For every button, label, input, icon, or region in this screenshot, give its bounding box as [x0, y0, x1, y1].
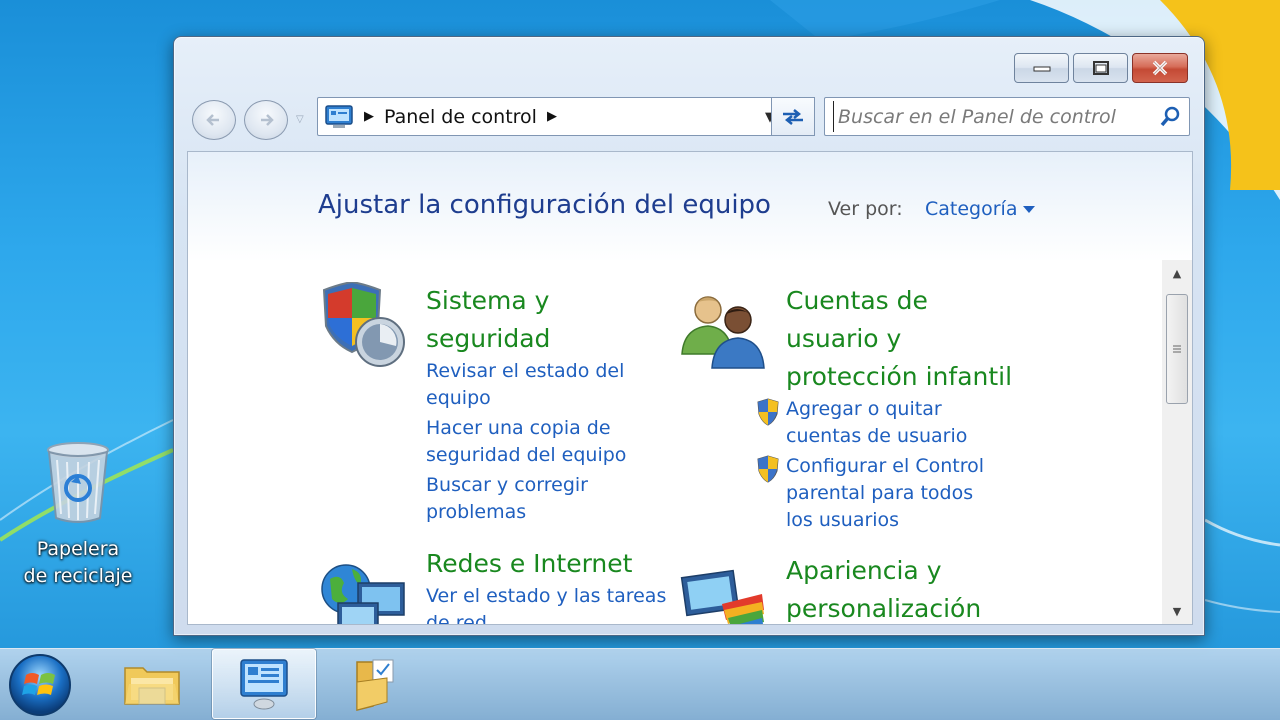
- category-title-line[interactable]: Cuentas de: [786, 282, 1012, 320]
- search-box[interactable]: [824, 97, 1190, 136]
- taskbar: [0, 648, 1280, 720]
- network-icon[interactable]: [318, 555, 410, 625]
- link-text[interactable]: seguridad del equipo: [426, 442, 626, 469]
- view-by-label: Ver por:: [828, 198, 903, 220]
- scroll-down-icon[interactable]: ▼: [1162, 598, 1192, 624]
- link-text[interactable]: equipo: [426, 385, 626, 412]
- recycle-bin-label: Papelera de reciclaje: [23, 538, 133, 587]
- back-button[interactable]: [192, 100, 236, 140]
- search-input[interactable]: [833, 101, 1153, 132]
- scroll-up-icon[interactable]: ▲: [1162, 260, 1192, 286]
- category-title-line[interactable]: protección infantil: [786, 358, 1012, 396]
- uac-shield-icon: [757, 398, 779, 426]
- refresh-icon: [783, 108, 803, 125]
- link-text[interactable]: Buscar y corregir: [426, 472, 626, 499]
- category-title-line[interactable]: Redes e Internet: [426, 545, 666, 583]
- vertical-scrollbar[interactable]: ▲ ▼: [1162, 260, 1192, 624]
- uac-shield-icon: [757, 455, 779, 483]
- maximize-icon: [1092, 61, 1109, 75]
- taskbar-explorer[interactable]: [100, 649, 204, 719]
- link-text[interactable]: Hacer una copia de: [426, 415, 626, 442]
- forward-button[interactable]: [244, 100, 288, 140]
- link-text[interactable]: Revisar el estado del: [426, 358, 626, 385]
- link-text[interactable]: Configurar el Control: [786, 453, 984, 480]
- forward-arrow-icon: [261, 114, 274, 126]
- recycle-bin-icon: [47, 442, 109, 523]
- caption-buttons: [1014, 53, 1188, 83]
- folder-icon: [124, 667, 180, 705]
- search-icon[interactable]: [1159, 106, 1181, 128]
- category-title[interactable]: Apariencia y personalización: [786, 552, 981, 624]
- link-text[interactable]: los usuarios: [786, 507, 984, 534]
- taskbar-documents-folder[interactable]: [322, 649, 426, 719]
- category-title-line[interactable]: Sistema y: [426, 282, 626, 320]
- category-title-line[interactable]: personalización: [786, 590, 981, 624]
- category-title-line[interactable]: seguridad: [426, 320, 626, 358]
- folder-tasks-icon: [356, 659, 394, 711]
- category-title-line[interactable]: Apariencia y: [786, 552, 981, 590]
- grip-icon: [1173, 345, 1181, 353]
- category-title[interactable]: Sistema y seguridad: [426, 282, 626, 358]
- view-by-dropdown[interactable]: Categoría: [925, 198, 1036, 220]
- breadcrumb-separator-icon[interactable]: ▶: [547, 109, 557, 124]
- back-arrow-icon: [206, 114, 219, 126]
- address-bar[interactable]: ▶ Panel de control ▶ ▼: [317, 97, 815, 136]
- page-title: Ajustar la configuración del equipo: [318, 190, 771, 220]
- view-by-value: Categoría: [925, 198, 1018, 220]
- category-title[interactable]: Cuentas de usuario y protección infantil: [786, 282, 1012, 396]
- shield-icon[interactable]: [318, 282, 410, 374]
- navigation-bar: ▽ ▶ Panel de control ▶ ▼: [190, 97, 1190, 140]
- control-panel-icon: [240, 659, 288, 710]
- users-icon[interactable]: [678, 288, 770, 380]
- link-add-remove-accounts[interactable]: Agregar o quitar cuentas de usuario: [756, 396, 1012, 450]
- start-button[interactable]: [6, 651, 74, 719]
- link-network-status[interactable]: Ver el estado y las tareas de red: [426, 583, 666, 624]
- link-text[interactable]: Ver el estado y las tareas: [426, 583, 666, 610]
- recent-pages-chevron-down-icon[interactable]: ▽: [296, 114, 304, 125]
- link-text[interactable]: parental para todos: [786, 480, 984, 507]
- close-icon: [1152, 60, 1168, 76]
- minimize-button[interactable]: [1014, 53, 1069, 83]
- link-parental-controls[interactable]: Configurar el Control parental para todos…: [756, 453, 1012, 534]
- recycle-bin[interactable]: Papelera de reciclaje: [18, 440, 138, 590]
- link-text[interactable]: cuentas de usuario: [786, 423, 967, 450]
- link-text[interactable]: problemas: [426, 499, 626, 526]
- category-title-line[interactable]: usuario y: [786, 320, 1012, 358]
- chevron-down-icon: [1023, 206, 1036, 213]
- control-panel-window[interactable]: ▽ ▶ Panel de control ▶ ▼ Buscar en el Pa…: [173, 36, 1205, 636]
- category-title[interactable]: Redes e Internet: [426, 545, 666, 583]
- breadcrumb: ▶ Panel de control ▶: [324, 98, 557, 135]
- taskbar-control-panel[interactable]: [212, 649, 316, 719]
- scroll-thumb[interactable]: [1166, 294, 1188, 404]
- close-button[interactable]: [1132, 53, 1188, 83]
- link-backup[interactable]: Hacer una copia de seguridad del equipo: [426, 415, 626, 469]
- link-find-fix-problems[interactable]: Buscar y corregir problemas: [426, 472, 626, 526]
- link-text[interactable]: de red: [426, 610, 666, 624]
- breadcrumb-control-panel[interactable]: Panel de control: [384, 106, 537, 128]
- breadcrumb-separator-icon[interactable]: ▶: [364, 109, 374, 124]
- maximize-button[interactable]: [1073, 53, 1128, 83]
- refresh-button[interactable]: [771, 97, 815, 136]
- appearance-icon[interactable]: [678, 564, 770, 625]
- minimize-icon: [1033, 66, 1050, 72]
- content-area: Ajustar la configuración del equipo Ver …: [187, 151, 1193, 625]
- link-review-status[interactable]: Revisar el estado del equipo: [426, 358, 626, 412]
- control-panel-icon: [325, 104, 353, 128]
- link-text[interactable]: Agregar o quitar: [786, 396, 967, 423]
